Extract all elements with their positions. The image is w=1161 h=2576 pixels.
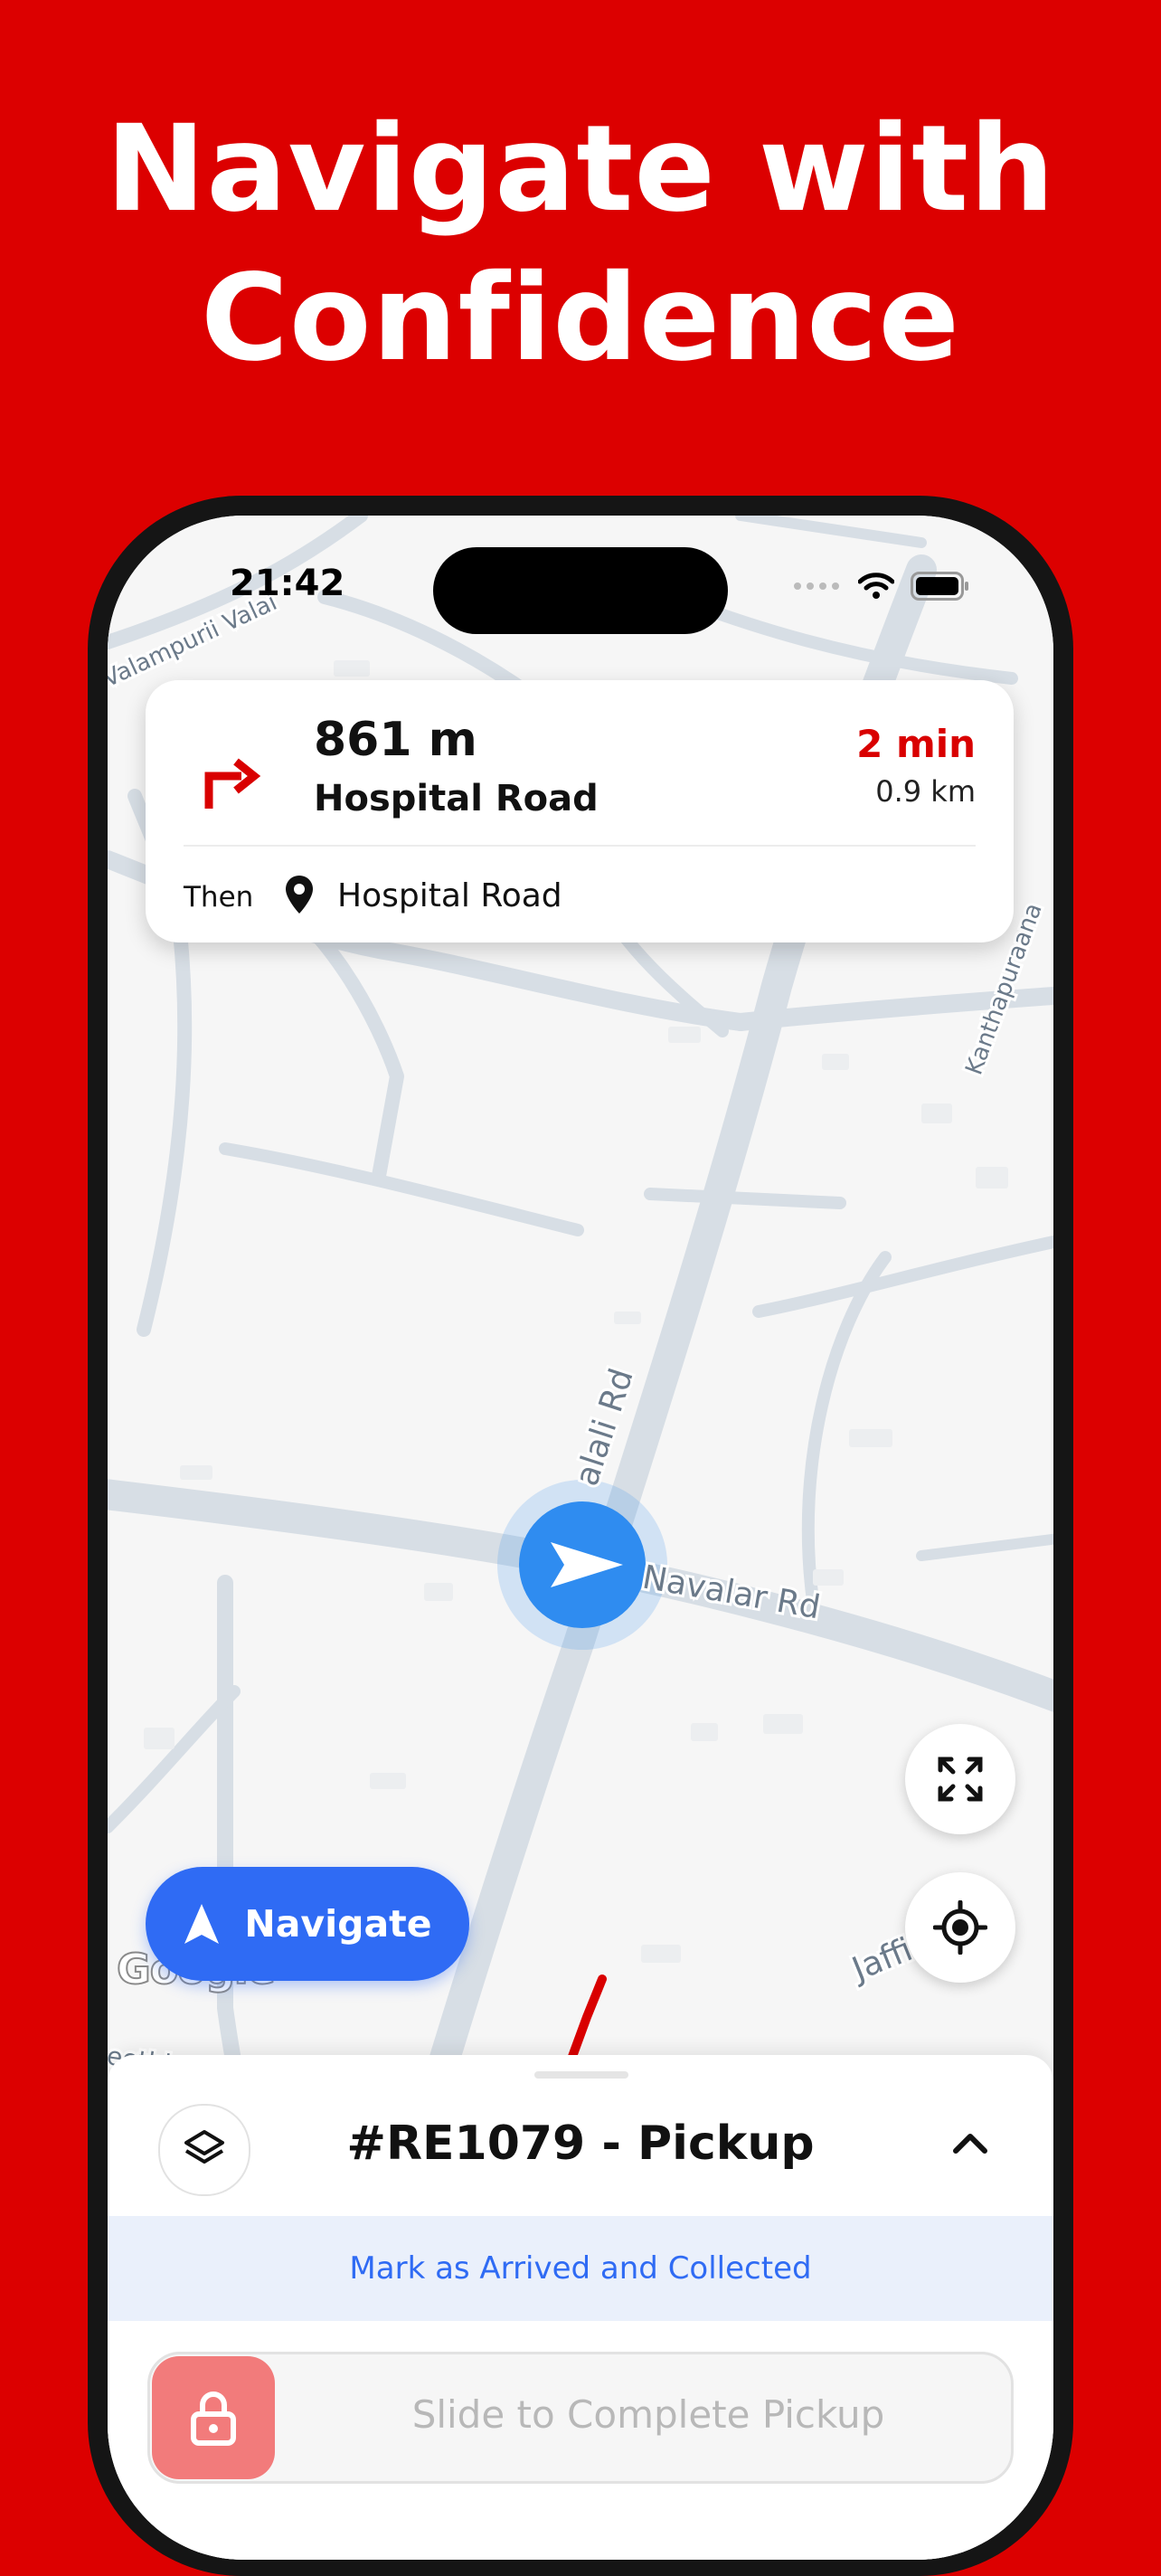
navigation-arrow-icon [184, 1904, 220, 1944]
then-label: Then [184, 881, 254, 914]
turn-right-icon [204, 758, 261, 809]
turn-instruction-card[interactable]: 861 m Hospital Road 2 min 0.9 km Then Ho… [146, 680, 1014, 942]
bottom-sheet[interactable]: #RE1079 - Pickup Mark as Arrived and Col… [108, 2055, 1053, 2560]
headline-line-2: Confidence [201, 249, 960, 388]
phone-screen: Navalar Rd alali Rd Jaffi...ant Valampur… [108, 516, 1053, 2560]
dynamic-island [433, 547, 728, 634]
status-time: 21:42 [230, 563, 345, 604]
layers-icon [184, 2130, 224, 2164]
navigate-label: Navigate [244, 1902, 432, 1946]
status-icons [793, 572, 970, 601]
headline-line-1: Navigate with [105, 99, 1056, 239]
card-divider [184, 845, 976, 847]
lock-icon [191, 2391, 236, 2446]
recenter-button[interactable] [905, 1872, 1015, 1983]
turn-road-name: Hospital Road [314, 778, 599, 819]
complete-pickup-slider[interactable]: Slide to Complete Pickup [147, 2352, 1014, 2484]
mark-arrived-button[interactable]: Mark as Arrived and Collected [108, 2216, 1053, 2321]
chevron-up-icon[interactable] [950, 2129, 990, 2156]
turn-distance: 861 m [314, 713, 477, 767]
signal-dots-icon [794, 582, 839, 590]
eta-distance: 0.9 km [875, 774, 976, 809]
navigate-button[interactable]: Navigate [146, 1867, 469, 1981]
expand-icon [938, 1757, 983, 1802]
sheet-drag-handle[interactable] [534, 2071, 628, 2079]
location-pin-icon [286, 876, 313, 914]
slider-handle[interactable] [152, 2356, 275, 2479]
fullscreen-button[interactable] [905, 1724, 1015, 1834]
layers-button[interactable] [158, 2104, 250, 2196]
battery-icon [911, 572, 968, 601]
eta-time: 2 min [856, 722, 976, 766]
wifi-icon [858, 573, 894, 599]
slider-label: Slide to Complete Pickup [411, 2392, 885, 2437]
current-location-marker [497, 1480, 667, 1650]
my-location-icon [933, 1900, 987, 1955]
mark-arrived-label: Mark as Arrived and Collected [349, 2250, 812, 2287]
then-road-name: Hospital Road [337, 877, 562, 914]
promo-headline: Navigate with Confidence [0, 95, 1161, 393]
